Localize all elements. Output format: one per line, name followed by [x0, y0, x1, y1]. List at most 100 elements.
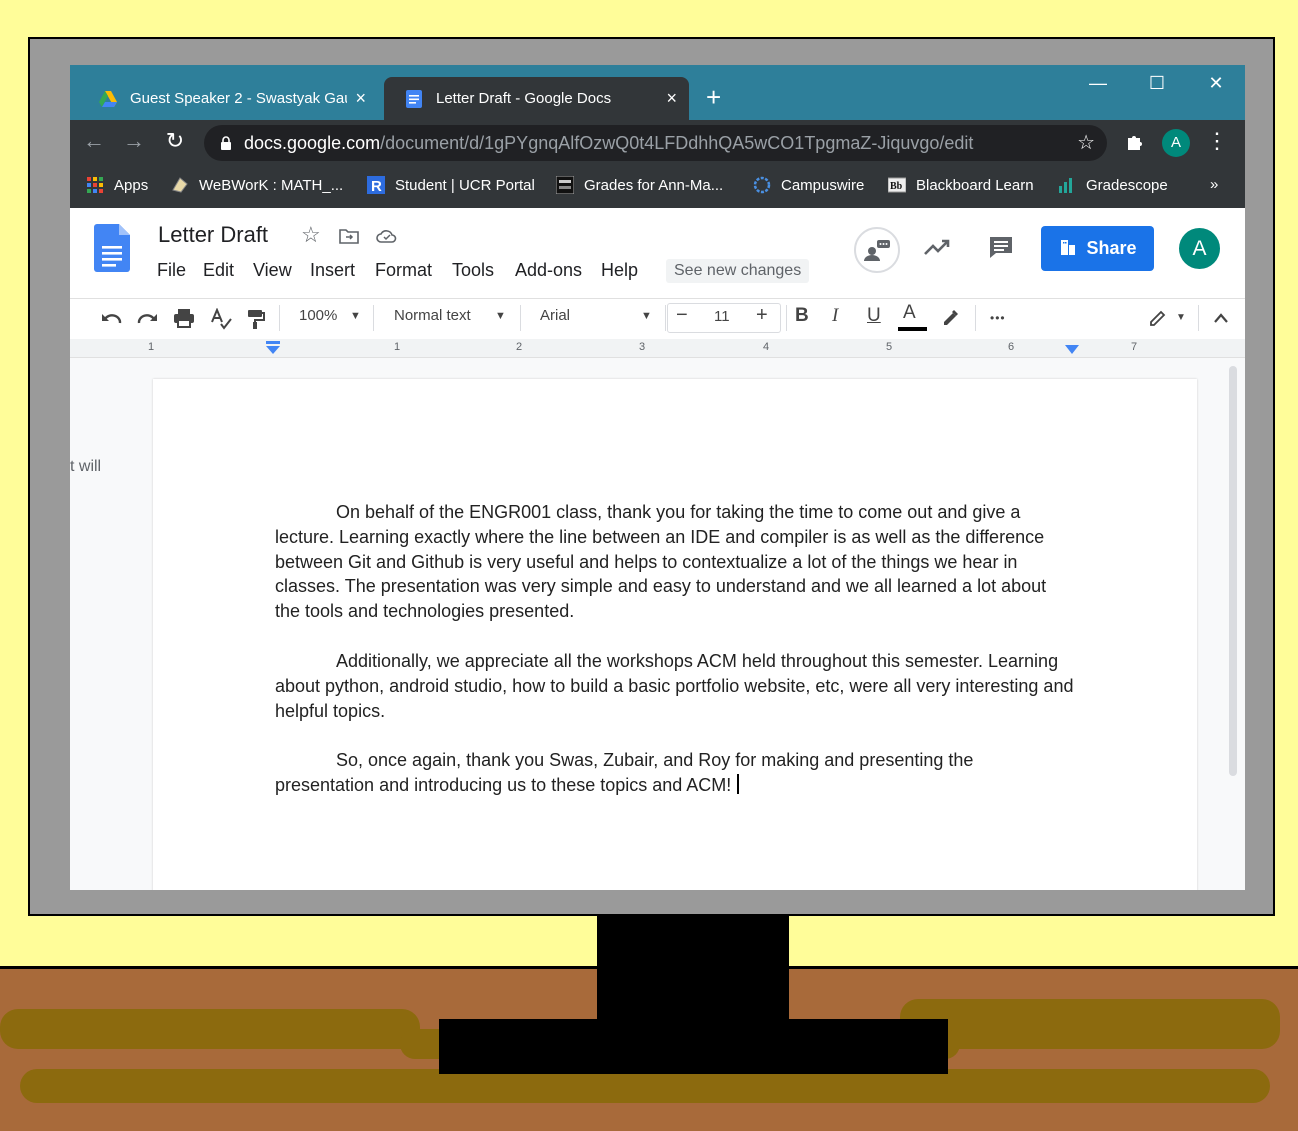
- menu-help[interactable]: Help: [601, 260, 638, 281]
- paint-format-icon[interactable]: [246, 308, 266, 330]
- bookmark-ucr-portal[interactable]: R Student | UCR Portal: [367, 176, 535, 194]
- monitor-stand-base: [439, 1019, 948, 1074]
- browser-menu-icon[interactable]: ⋮: [1202, 128, 1232, 154]
- toolbar-divider: [279, 305, 280, 331]
- ruler-number: 2: [516, 341, 523, 353]
- bookmark-campuswire[interactable]: Campuswire: [753, 176, 864, 194]
- toolbar-divider: [665, 305, 666, 331]
- menu-insert[interactable]: Insert: [310, 260, 355, 281]
- minimize-button[interactable]: —: [1083, 73, 1113, 94]
- font-select[interactable]: Arial: [540, 307, 570, 324]
- font-size-input[interactable]: 11: [714, 308, 730, 325]
- monitor-stand-neck: [597, 915, 789, 1021]
- left-indent-marker-icon[interactable]: [265, 341, 281, 355]
- redo-icon[interactable]: [137, 310, 159, 326]
- paragraph-text: Additionally, we appreciate all the work…: [275, 651, 1074, 721]
- style-select[interactable]: Normal text: [394, 307, 471, 324]
- ucr-learn-icon: [556, 176, 574, 194]
- bookmark-blackboard[interactable]: Bb Blackboard Learn: [888, 176, 1034, 194]
- decrease-font-size-button[interactable]: −: [676, 304, 688, 327]
- share-button[interactable]: Share: [1041, 226, 1154, 271]
- maximize-button[interactable]: ☐: [1142, 73, 1172, 94]
- paragraph-text: So, once again, thank you Swas, Zubair, …: [275, 750, 974, 795]
- account-avatar[interactable]: A: [1179, 228, 1220, 269]
- back-arrow-icon[interactable]: ←: [79, 128, 109, 154]
- tab-strip: Guest Speaker 2 - Swastyak Gaur × Letter…: [70, 65, 1245, 120]
- menu-edit[interactable]: Edit: [203, 260, 234, 281]
- paragraph-2[interactable]: Additionally, we appreciate all the work…: [275, 649, 1075, 723]
- vertical-scrollbar[interactable]: [1229, 366, 1237, 776]
- see-new-changes-link[interactable]: See new changes: [666, 259, 810, 283]
- paragraph-1[interactable]: On behalf of the ENGR001 class, thank yo…: [275, 500, 1075, 624]
- right-indent-marker-icon[interactable]: [1064, 343, 1080, 355]
- svg-text:R: R: [371, 178, 382, 194]
- ruler-number: 3: [639, 341, 646, 353]
- comments-icon[interactable]: [988, 235, 1014, 259]
- profile-avatar[interactable]: A: [1162, 129, 1190, 157]
- ruler-number: 7: [1131, 341, 1138, 353]
- close-tab-icon[interactable]: ×: [666, 88, 677, 109]
- document-page[interactable]: On behalf of the ENGR001 class, thank yo…: [153, 379, 1197, 890]
- close-tab-icon[interactable]: ×: [355, 88, 366, 109]
- google-drive-icon: [99, 90, 117, 107]
- document-canvas: t will On behalf of the ENGR001 class, t…: [70, 358, 1245, 890]
- text-color-button[interactable]: A: [903, 302, 916, 324]
- ucr-r-icon: R: [367, 176, 385, 194]
- collapse-chevron-up-icon[interactable]: [1213, 312, 1229, 324]
- document-title[interactable]: Letter Draft: [158, 222, 268, 248]
- tab-guest-speaker[interactable]: Guest Speaker 2 - Swastyak Gaur ×: [78, 77, 378, 120]
- zoom-select[interactable]: 100%: [299, 307, 337, 324]
- bookmark-grades[interactable]: Grades for Ann-Ma...: [556, 176, 723, 194]
- cloud-saved-icon[interactable]: [376, 228, 398, 244]
- bookmarks-overflow-button[interactable]: »: [1210, 176, 1218, 193]
- text-color-swatch: [898, 327, 927, 331]
- italic-button[interactable]: I: [832, 305, 838, 327]
- bookmark-star-icon[interactable]: ☆: [1077, 130, 1095, 155]
- docs-logo-icon[interactable]: [94, 224, 130, 272]
- paragraph-text: On behalf of the ENGR001 class, thank yo…: [275, 502, 1047, 622]
- print-icon[interactable]: [173, 308, 195, 328]
- underline-button[interactable]: U: [867, 305, 881, 327]
- menu-format[interactable]: Format: [375, 260, 432, 281]
- bookmark-gradescope[interactable]: Gradescope: [1058, 176, 1168, 194]
- paragraph-3[interactable]: So, once again, thank you Swas, Zubair, …: [275, 748, 1075, 798]
- menu-add-ons[interactable]: Add-ons: [515, 260, 582, 281]
- lock-icon: [221, 136, 231, 150]
- activity-trend-icon[interactable]: [923, 237, 951, 257]
- address-bar[interactable]: docs.google.com /document/d/1gPYgnqAlfOz…: [204, 125, 1107, 161]
- bookmark-label: Grades for Ann-Ma...: [584, 176, 724, 194]
- bookmark-label: Gradescope: [1086, 176, 1168, 194]
- apps-grid-icon: [87, 177, 103, 193]
- text-cursor: [737, 773, 740, 794]
- bookmark-label: Blackboard Learn: [916, 176, 1034, 194]
- meet-present-icon[interactable]: [853, 226, 901, 274]
- share-people-icon: [1061, 239, 1076, 255]
- highlight-pen-icon[interactable]: [940, 308, 960, 328]
- reload-icon[interactable]: ↻: [160, 128, 190, 154]
- chevron-down-icon[interactable]: ▼: [1176, 312, 1186, 323]
- move-folder-icon[interactable]: [339, 228, 359, 244]
- chevron-down-icon[interactable]: ▼: [350, 310, 361, 322]
- extensions-puzzle-icon[interactable]: [1125, 132, 1145, 152]
- editing-mode-pencil-icon[interactable]: [1148, 308, 1168, 328]
- bookmark-apps[interactable]: Apps: [86, 176, 148, 194]
- webwork-icon: [172, 177, 188, 193]
- new-tab-button[interactable]: +: [706, 83, 721, 111]
- star-icon[interactable]: ☆: [301, 222, 321, 248]
- share-label: Share: [1086, 238, 1137, 258]
- bookmark-webwork[interactable]: WeBWorK : MATH_...: [171, 176, 343, 194]
- spellcheck-icon[interactable]: [210, 308, 232, 330]
- menu-view[interactable]: View: [253, 260, 292, 281]
- menu-tools[interactable]: Tools: [452, 260, 494, 281]
- menu-file[interactable]: File: [157, 260, 186, 281]
- ruler-number: 1: [394, 341, 401, 353]
- chevron-down-icon[interactable]: ▼: [641, 310, 652, 322]
- tab-letter-draft[interactable]: Letter Draft - Google Docs ×: [384, 77, 689, 120]
- forward-arrow-icon[interactable]: →: [119, 128, 149, 154]
- chevron-down-icon[interactable]: ▼: [495, 310, 506, 322]
- close-window-button[interactable]: ✕: [1201, 73, 1231, 94]
- more-options-icon[interactable]: •••: [990, 311, 1006, 325]
- increase-font-size-button[interactable]: +: [756, 304, 768, 327]
- bold-button[interactable]: B: [795, 305, 809, 327]
- undo-icon[interactable]: [100, 310, 122, 326]
